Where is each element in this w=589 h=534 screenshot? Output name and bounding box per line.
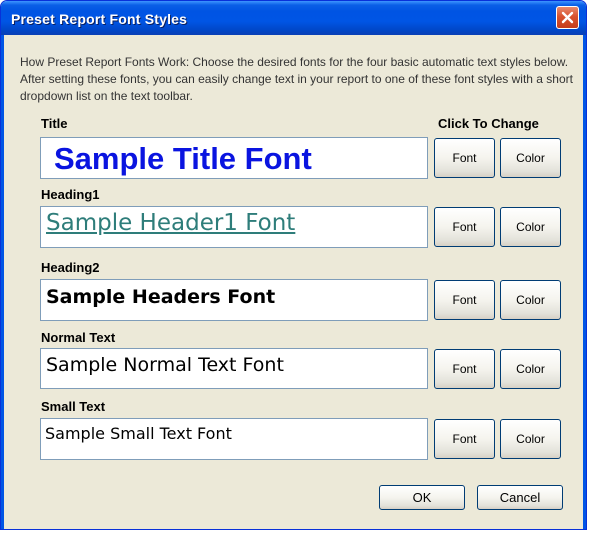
heading2-color-button[interactable]: Color [500,280,561,320]
sample-small-text-font: Sample Small Text Font [40,418,428,460]
window-frame-left [1,35,4,529]
sample-heading2-font: Sample Headers Font [40,279,428,321]
cancel-button[interactable]: Cancel [477,485,563,510]
window-title: Preset Report Font Styles [11,11,188,27]
title-color-button[interactable]: Color [500,138,561,178]
heading1-font-button[interactable]: Font [434,207,495,247]
window-frame-right [583,35,586,529]
title-font-button[interactable]: Font [434,138,495,178]
heading2-font-button[interactable]: Font [434,280,495,320]
small-text-color-button[interactable]: Color [500,419,561,459]
small-text-font-button[interactable]: Font [434,419,495,459]
title-bar[interactable]: Preset Report Font Styles [1,1,586,35]
row-label-normal-text: Normal Text [41,330,116,345]
heading1-color-button[interactable]: Color [500,207,561,247]
normal-text-color-button[interactable]: Color [500,349,561,389]
row-label-title: Title [41,116,68,131]
normal-text-font-button[interactable]: Font [434,349,495,389]
sample-normal-text-font: Sample Normal Text Font [40,348,428,389]
close-button[interactable] [556,6,579,29]
sample-title-font: Sample Title Font [40,137,428,179]
column-header: Click To Change [438,116,539,131]
close-icon [561,11,574,24]
row-label-small-text: Small Text [41,399,106,414]
dialog-window: Preset Report Font Styles How Preset Rep… [0,0,587,530]
row-label-heading2: Heading2 [41,260,100,275]
sample-heading1-font: Sample Header1 Font [40,206,428,248]
ok-button[interactable]: OK [379,485,465,510]
intro-text: How Preset Report Fonts Work: Choose the… [20,55,573,103]
row-label-heading1: Heading1 [41,187,100,202]
